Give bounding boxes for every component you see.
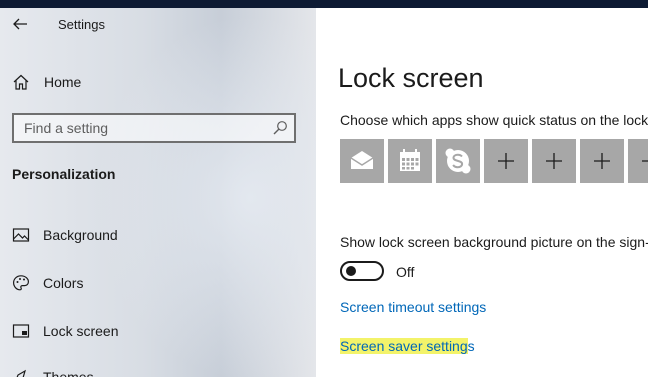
quick-status-tile-add[interactable] [580,139,624,183]
screen-saver-link-rest-text: s [467,338,475,354]
screen-saver-link-highlighted-text: Screen saver setting [340,338,468,354]
toggle-knob [346,266,356,276]
sidebar-item-label: Colors [43,275,84,291]
window-top-bar [0,0,648,8]
mail-icon [350,151,374,169]
sidebar-item-label: Themes [43,369,94,377]
background-picture-description: Show lock screen background picture on t… [340,234,648,250]
sidebar-item-label: Lock screen [43,323,119,339]
search-box[interactable] [12,113,296,143]
plus-icon [594,153,610,169]
quick-status-tile-calendar[interactable] [388,139,432,183]
image-icon [12,228,30,242]
plus-icon [546,153,562,169]
app-title: Settings [58,17,105,32]
skype-icon [445,148,471,174]
screen-saver-settings-link[interactable]: Screen saver settings [340,338,475,354]
sidebar-item-colors[interactable]: Colors [12,273,83,293]
quick-status-description: Choose which apps show quick status on t… [340,112,648,128]
page-title: Lock screen [338,63,484,93]
quick-status-tile-add[interactable] [484,139,528,183]
search-icon[interactable] [272,120,288,136]
quick-status-tile-add[interactable] [628,139,648,183]
background-picture-toggle[interactable] [340,261,384,281]
home-nav-item[interactable]: Home [12,72,81,92]
search-input[interactable] [14,115,274,141]
quick-status-tiles [340,139,648,183]
themes-icon [16,369,26,377]
quick-status-tile-mail[interactable] [340,139,384,183]
calendar-icon [400,149,420,171]
palette-icon [12,275,30,291]
sidebar: Settings Home Personalization Background… [0,8,316,377]
screen-timeout-settings-link[interactable]: Screen timeout settings [340,299,486,315]
home-icon [13,74,29,90]
back-arrow-icon[interactable] [12,16,28,32]
lock-screen-icon [12,324,30,338]
sidebar-item-label: Background [43,227,118,243]
sidebar-item-lock-screen[interactable]: Lock screen [12,321,118,341]
quick-status-tile-add[interactable] [532,139,576,183]
sidebar-item-background[interactable]: Background [12,225,118,245]
toggle-state-label: Off [396,264,415,280]
main-content: Lock screen Choose which apps show quick… [316,8,648,377]
quick-status-tile-skype[interactable] [436,139,480,183]
plus-icon [642,160,648,162]
sidebar-item-themes[interactable]: Themes [12,367,94,377]
home-label: Home [44,74,82,90]
section-title: Personalization [12,166,116,182]
plus-icon [498,153,514,169]
